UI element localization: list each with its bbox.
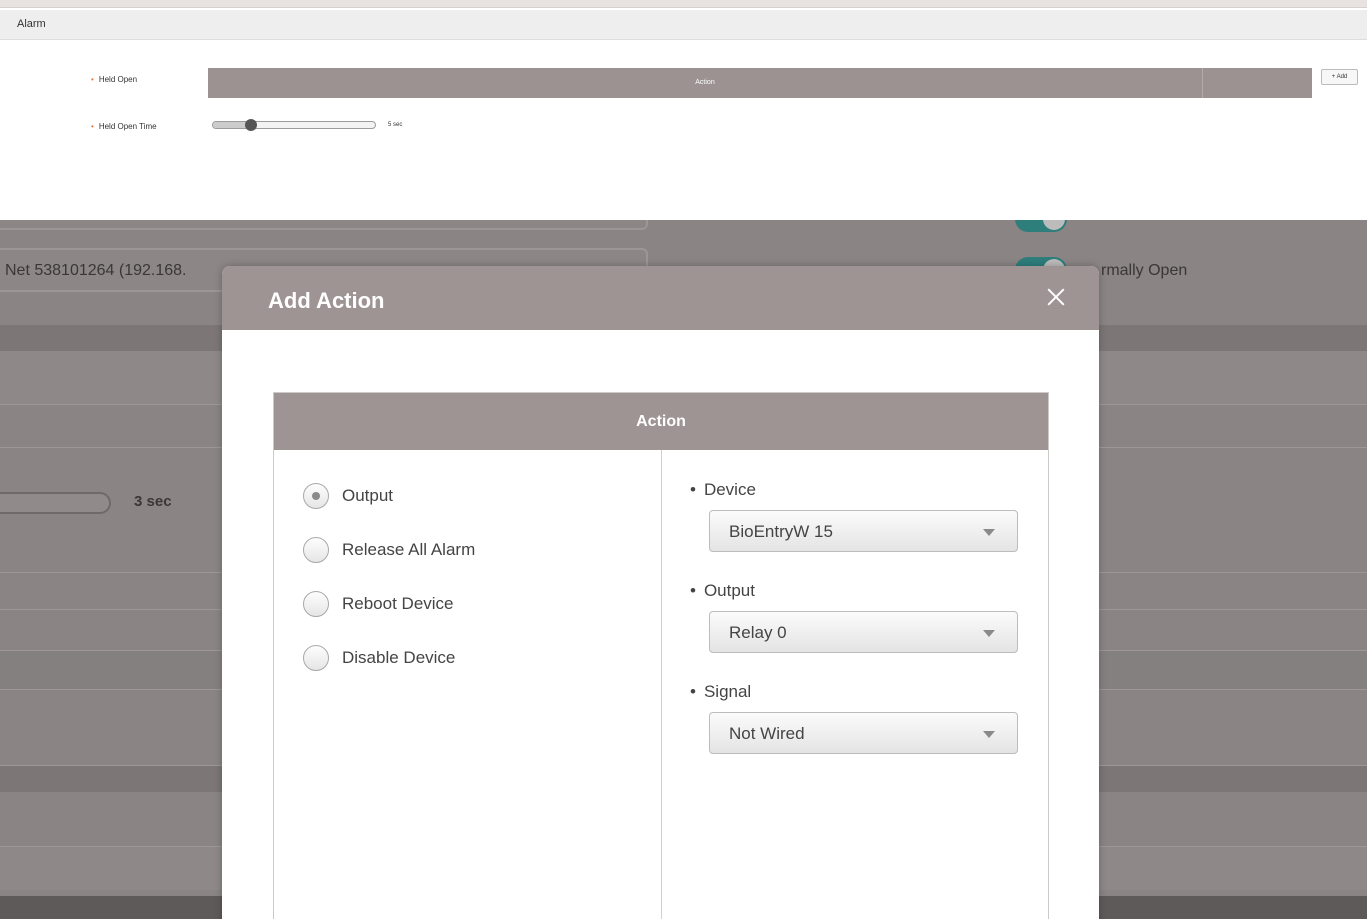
alarm-section-title: Alarm [17, 18, 46, 30]
radio-label: Release All Alarm [342, 540, 476, 559]
add-action-button[interactable]: + Add [1321, 69, 1358, 85]
action-panel-header: Action [274, 393, 1048, 450]
alarm-section: Alarm • Held Open Action + Add • Held Open… [0, 0, 1367, 220]
chevron-down-icon [983, 529, 995, 536]
dialog-title: Add Action [268, 288, 385, 313]
dialog-header: Add Action [222, 266, 1099, 330]
radio-button[interactable] [303, 645, 329, 671]
output-label: • Output [690, 581, 755, 600]
bg-field [0, 220, 648, 230]
top-edge [0, 0, 1367, 8]
radio-label: Output [342, 486, 394, 505]
held-open-time-label: • Held Open Time [91, 122, 157, 131]
held-open-action-table-header: Action [208, 68, 1312, 98]
output-select[interactable]: Relay 0 [709, 611, 1018, 653]
alarm-section-header: Alarm [0, 10, 1367, 40]
bg-slider [0, 492, 111, 514]
radio-button[interactable] [303, 537, 329, 563]
bg-switch-text: rmally Open [1101, 262, 1188, 279]
column-divider [1202, 68, 1203, 98]
signal-label: • Signal [690, 682, 752, 701]
radio-label: Reboot Device [342, 594, 454, 613]
held-open-label: • Held Open [91, 75, 138, 84]
required-dot: • [91, 75, 94, 84]
radio-button[interactable] [303, 483, 329, 509]
bg-toggle-top [1015, 220, 1067, 232]
radio-button[interactable] [303, 591, 329, 617]
bg-slider-value: 3 sec [134, 493, 172, 510]
action-panel: Action Output Release All Alarm Reboot D… [273, 392, 1049, 919]
add-action-dialog: Add Action Action Output Release All Ala… [222, 266, 1099, 919]
chevron-down-icon [983, 630, 995, 637]
panel-divider [661, 450, 662, 919]
held-open-time-slider[interactable] [212, 121, 376, 129]
chevron-down-icon [983, 731, 995, 738]
output-select-value: Relay 0 [729, 623, 787, 642]
held-open-time-slider-handle[interactable] [245, 119, 258, 131]
signal-select[interactable]: Not Wired [709, 712, 1018, 754]
signal-select-value: Not Wired [729, 724, 805, 743]
close-icon[interactable] [1045, 286, 1067, 308]
radio-label: Disable Device [342, 648, 456, 667]
held-open-time-value: 5 sec [388, 122, 403, 128]
action-column-header: Action [695, 79, 715, 86]
device-select-value: BioEntryW 15 [729, 522, 833, 541]
required-dot: • [91, 122, 94, 131]
device-label: • Device [690, 480, 756, 499]
device-select[interactable]: BioEntryW 15 [709, 510, 1018, 552]
bg-device-text: Net 538101264 (192.168. [5, 262, 187, 279]
